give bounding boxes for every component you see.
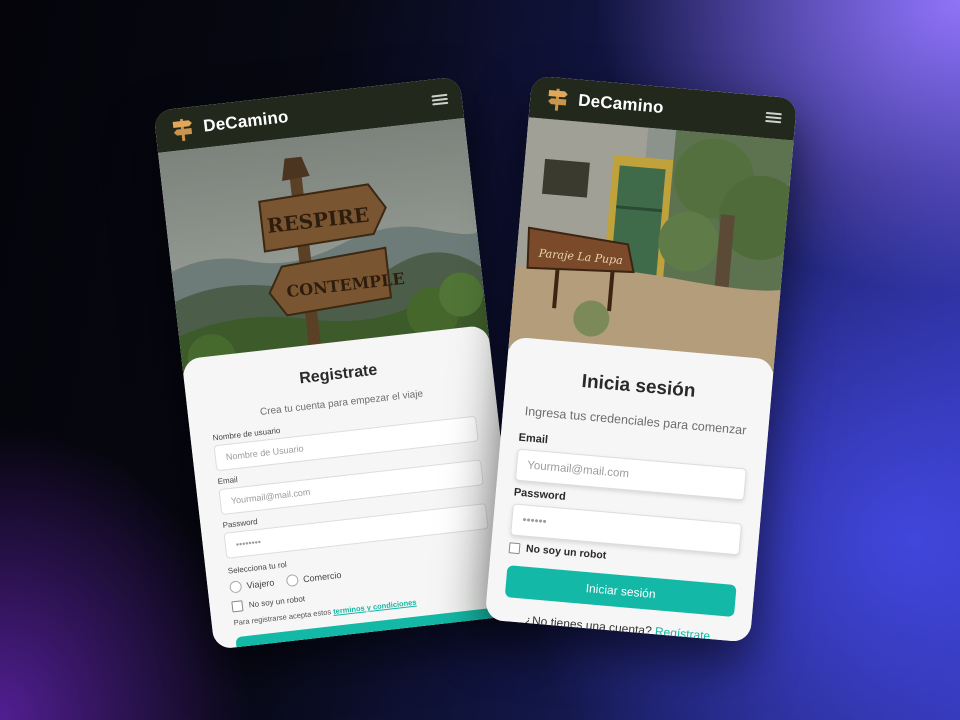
brand-name: DeCamino bbox=[577, 90, 665, 117]
hero-image-building: Paraje La Pupa bbox=[508, 117, 794, 372]
register-prompt: ¿No tienes una cuenta? Regístrate bbox=[502, 611, 732, 643]
hamburger-menu-icon[interactable] bbox=[431, 93, 449, 106]
login-phone-mockup: DeCamino Paraje La Pupa Inicia sesión In… bbox=[484, 75, 798, 643]
login-title: Inicia sesión bbox=[580, 370, 697, 402]
register-link[interactable]: Regístrate bbox=[654, 624, 710, 642]
no-account-text: ¿No tienes una cuenta? bbox=[524, 612, 653, 638]
robot-label: No soy un robot bbox=[525, 542, 607, 562]
login-submit-button[interactable]: Iniciar sesión bbox=[504, 565, 737, 618]
role-option-label: Comercio bbox=[302, 569, 342, 585]
login-subtitle: Ingresa tus credenciales para comenzar bbox=[524, 404, 747, 438]
role-option-label: Viajero bbox=[246, 577, 275, 591]
role-option-viajero[interactable]: Viajero bbox=[229, 577, 275, 594]
register-form-card: Registrate Crea tu cuenta para empezar e… bbox=[181, 324, 521, 650]
signpost-logo-icon bbox=[548, 88, 568, 111]
robot-label: No soy un robot bbox=[248, 594, 306, 610]
hamburger-menu-icon[interactable] bbox=[765, 111, 782, 124]
brand-name: DeCamino bbox=[202, 106, 290, 136]
robot-checkbox[interactable] bbox=[508, 541, 521, 554]
radio-icon[interactable] bbox=[285, 573, 299, 588]
role-option-comercio[interactable]: Comercio bbox=[285, 569, 343, 588]
register-phone-mockup: DeCamino RESPIRE CONTEMPLE Registrate Cr… bbox=[153, 76, 521, 650]
terms-link[interactable]: terminos y condiciones bbox=[333, 598, 417, 616]
radio-icon[interactable] bbox=[229, 580, 243, 594]
signpost-logo-icon bbox=[172, 118, 193, 142]
login-form-card: Inicia sesión Ingresa tus credenciales p… bbox=[484, 336, 775, 643]
robot-checkbox[interactable] bbox=[231, 600, 244, 613]
